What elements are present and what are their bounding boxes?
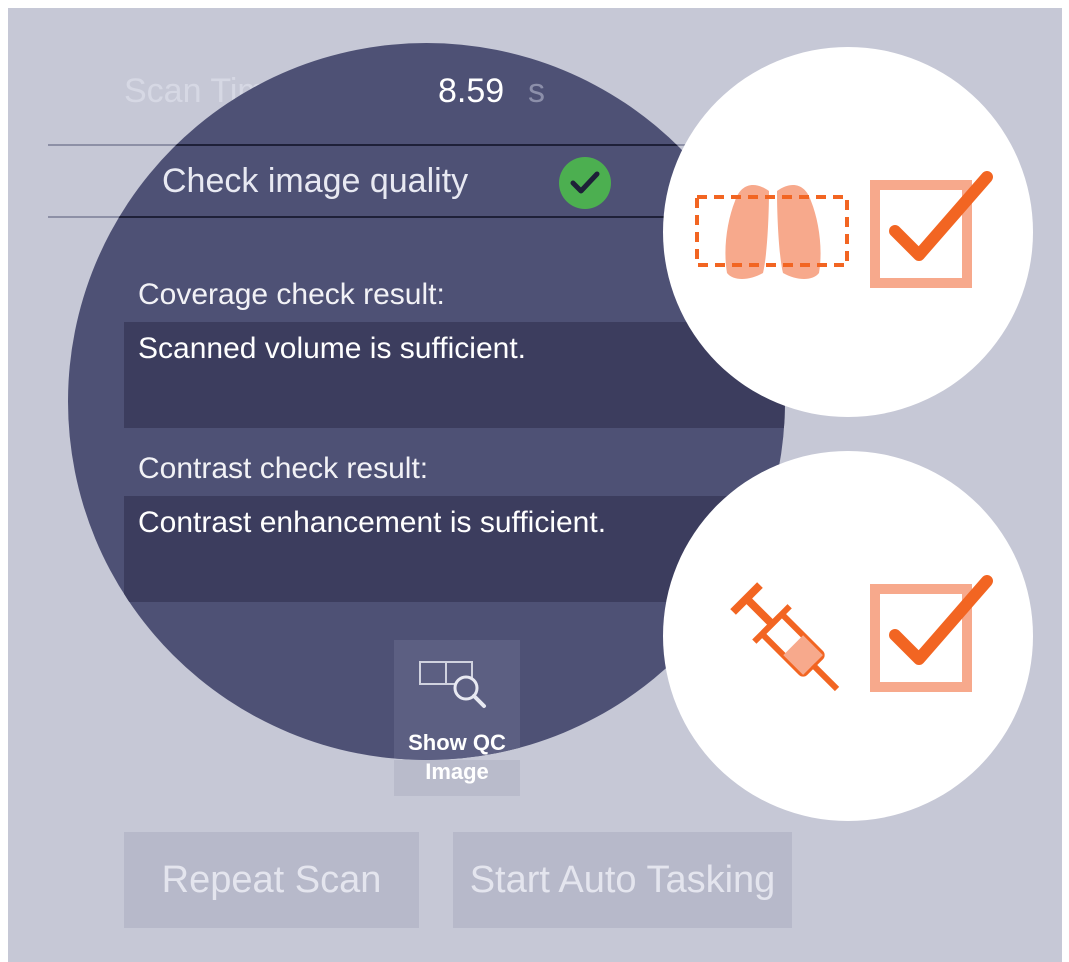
contrast-callout <box>663 451 1033 821</box>
coverage-result-text: Scanned volume is sufficient. <box>138 332 526 365</box>
coverage-check-label: Coverage check result: <box>138 278 445 311</box>
lens-divider-bottom <box>68 216 700 218</box>
contrast-result-text: Contrast enhancement is sufficient. <box>138 506 607 539</box>
lens-divider-top <box>68 144 700 146</box>
scan-time-value: 8.59 <box>438 72 505 110</box>
screenshot: Scan Time 8.59 s Check image quality Cov… <box>0 0 1069 962</box>
lungs-coverage-icon <box>695 185 849 279</box>
checkbox-checked-icon <box>870 171 993 288</box>
qc-label-line1: Show QC <box>408 730 506 755</box>
syringe-icon <box>730 582 840 692</box>
check-circle-icon <box>559 157 611 209</box>
show-qc-image-button[interactable]: Show QC Image <box>394 640 520 796</box>
coverage-result-box: Scanned volume is sufficient. <box>124 322 785 428</box>
coverage-callout <box>663 47 1033 417</box>
start-auto-tasking-button[interactable]: Start Auto Tasking <box>453 832 792 928</box>
show-qc-image-label: Show QC Image <box>394 728 520 786</box>
qc-image-magnifier-icon <box>419 661 486 708</box>
checkbox-checked-icon <box>870 575 993 692</box>
scan-time-unit: s <box>528 72 545 110</box>
repeat-scan-button[interactable]: Repeat Scan <box>124 832 419 928</box>
qc-label-line2: Image <box>425 759 489 784</box>
contrast-check-label: Contrast check result: <box>138 452 429 485</box>
check-image-quality-label: Check image quality <box>162 162 469 200</box>
